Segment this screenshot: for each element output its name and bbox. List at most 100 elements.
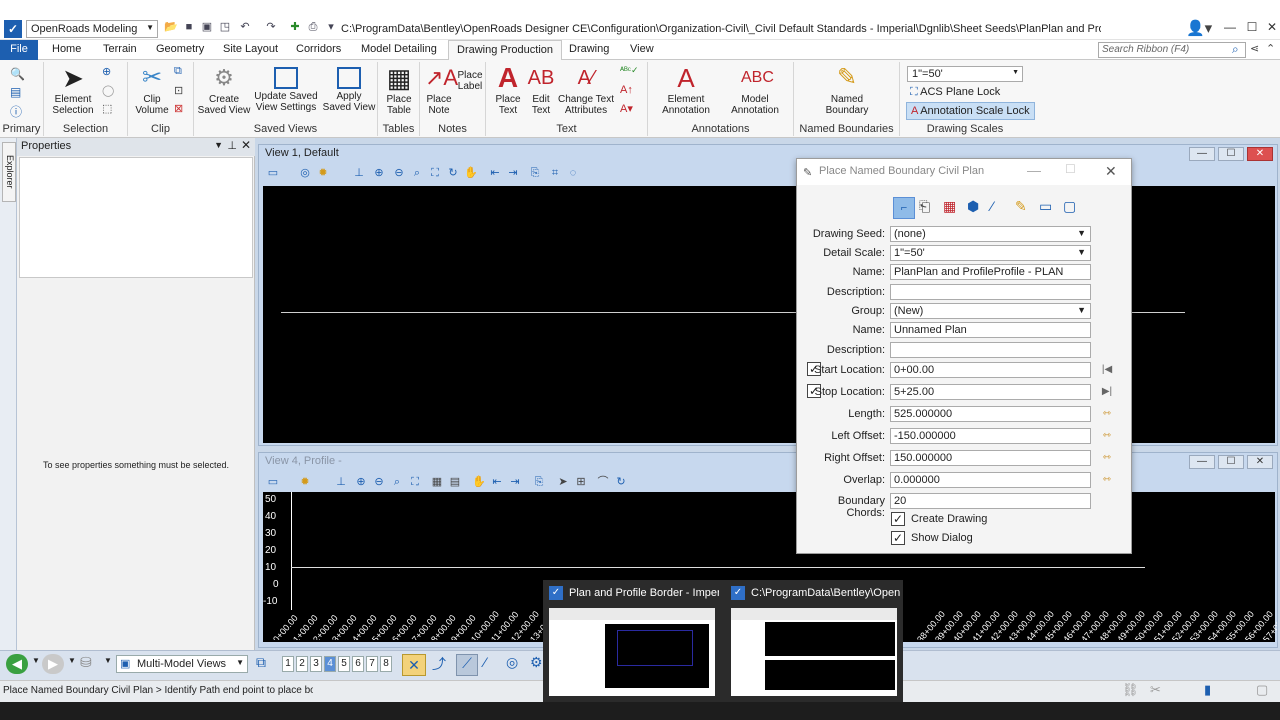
- fit-view-icon[interactable]: ⛶: [428, 166, 442, 180]
- ribbon-collapse-icon[interactable]: ⌃: [1266, 42, 1275, 55]
- previous-view-icon[interactable]: ⇤: [490, 475, 504, 489]
- close-icon[interactable]: ✕: [1247, 147, 1273, 161]
- length-lock-icon[interactable]: ⇿: [1099, 408, 1115, 420]
- pencil-icon[interactable]: ✎: [1015, 198, 1027, 215]
- view-attributes-icon[interactable]: ▭: [266, 166, 280, 180]
- view-5-button[interactable]: 5: [338, 656, 350, 672]
- tab-model-detailing[interactable]: Model Detailing: [353, 40, 445, 60]
- detail-scale-dropdown[interactable]: 1"=50' ▼: [890, 245, 1091, 261]
- chevron-down-icon[interactable]: ▼: [104, 656, 112, 665]
- tab-home[interactable]: Home: [44, 40, 89, 60]
- maximize-icon[interactable]: ☐: [1244, 20, 1260, 34]
- tab-terrain[interactable]: Terrain: [95, 40, 145, 60]
- tab-drawing[interactable]: Drawing: [561, 40, 617, 60]
- view-8-button[interactable]: 8: [380, 656, 392, 672]
- view-4-button[interactable]: 4: [324, 656, 336, 672]
- maximize-icon[interactable]: ☐: [1218, 147, 1244, 161]
- minimize-icon[interactable]: —: [1189, 455, 1215, 469]
- zoom-in-icon[interactable]: ⊕: [372, 166, 386, 180]
- show-dialog-checkbox[interactable]: ✓: [891, 531, 905, 545]
- view-1-button[interactable]: 1: [282, 656, 294, 672]
- line-icon[interactable]: ⁄: [484, 654, 486, 670]
- copy-view-icon[interactable]: ⎘: [532, 475, 546, 489]
- named-boundary-button[interactable]: ✎ Named Boundary: [812, 64, 882, 116]
- thumbnail-current-file[interactable]: ✓ C:\ProgramData\Bentley\Open...: [725, 580, 903, 702]
- right-offset-lock-icon[interactable]: ⇿: [1099, 452, 1115, 464]
- user-icon[interactable]: 👤▾: [1186, 19, 1212, 37]
- tab-corridors[interactable]: Corridors: [288, 40, 349, 60]
- left-offset-field[interactable]: -150.000000: [890, 428, 1091, 444]
- curve-icon[interactable]: ⤴: [432, 654, 446, 674]
- undo-icon[interactable]: ↶: [238, 20, 252, 34]
- save-settings-icon[interactable]: ▣: [200, 20, 214, 34]
- group-dropdown[interactable]: (New) ▼: [890, 303, 1091, 319]
- clip-mask-icon[interactable]: ⧉: [174, 65, 188, 79]
- lock-icon[interactable]: ⛓: [1122, 682, 1139, 698]
- model-icon[interactable]: ▮: [1204, 682, 1211, 698]
- chevron-down-icon[interactable]: ▼: [32, 656, 40, 665]
- description-field[interactable]: [890, 284, 1091, 300]
- minimize-icon[interactable]: —: [1222, 20, 1238, 34]
- view-7-button[interactable]: 7: [366, 656, 378, 672]
- pin-icon[interactable]: ✚: [288, 20, 302, 34]
- apply-saved-view-button[interactable]: Apply Saved View: [322, 64, 376, 113]
- select-circle-icon[interactable]: ◯: [102, 84, 116, 98]
- thumbnail-plan-profile-border[interactable]: ✓ Plan and Profile Border - Imperi...: [543, 580, 721, 702]
- grid-view-icon[interactable]: ⊞: [574, 475, 588, 489]
- place-note-button[interactable]: ↗A Place Note: [422, 64, 458, 116]
- clip-volume-button[interactable]: ✂ Clip Volume: [130, 64, 174, 116]
- forward-icon[interactable]: ▶: [42, 654, 64, 674]
- attach-icon[interactable]: ▤: [10, 85, 24, 99]
- element-info-icon[interactable]: ⓘ: [10, 103, 24, 119]
- shape-boundary-icon[interactable]: ⬢: [967, 198, 979, 215]
- cursor-icon[interactable]: ➤: [556, 475, 570, 489]
- group-description-field[interactable]: [890, 342, 1091, 358]
- stop-lock-icon[interactable]: ▶|: [1099, 386, 1115, 398]
- view-3-button[interactable]: 3: [310, 656, 322, 672]
- model-annotation-button[interactable]: ABC Model Annotation: [722, 64, 788, 116]
- overlap-lock-icon[interactable]: ⇿: [1099, 474, 1115, 486]
- rectangle-icon[interactable]: ▭: [1039, 198, 1052, 215]
- close-icon[interactable]: ✕: [1105, 163, 1117, 180]
- start-location-field[interactable]: 0+00.00: [890, 362, 1091, 378]
- place-text-button[interactable]: A Place Text: [488, 64, 528, 117]
- update-saved-view-button[interactable]: Update Saved View Settings: [252, 64, 320, 113]
- rotate-icon[interactable]: ↻: [446, 166, 460, 180]
- clip-view-icon[interactable]: ⌗: [548, 166, 562, 180]
- workspace-dropdown[interactable]: OpenRoads Modeling ▼: [26, 20, 158, 38]
- lighting-icon[interactable]: ✹: [298, 475, 312, 489]
- tab-geometry[interactable]: Geometry: [148, 40, 212, 60]
- models-icon[interactable]: ⛁: [80, 654, 92, 671]
- create-drawing-checkbox[interactable]: ✓: [891, 512, 905, 526]
- right-offset-field[interactable]: 150.000000: [890, 450, 1091, 466]
- create-saved-view-button[interactable]: ⚙ Create Saved View: [196, 64, 252, 116]
- name-field[interactable]: PlanPlan and ProfileProfile - PLAN: [890, 264, 1091, 280]
- back-icon[interactable]: ◀: [6, 654, 28, 674]
- refresh-icon[interactable]: ↻: [614, 475, 628, 489]
- path-icon[interactable]: ⟋: [456, 654, 478, 676]
- next-view-icon[interactable]: ⇥: [506, 166, 520, 180]
- snap-mode-icon[interactable]: ✕: [402, 654, 426, 676]
- minimize-icon[interactable]: —: [1027, 162, 1041, 178]
- compress-icon[interactable]: ◳: [218, 20, 232, 34]
- open-folder-icon[interactable]: 📂: [164, 20, 178, 34]
- app-logo-icon[interactable]: ✓: [4, 20, 22, 38]
- view-attributes-icon[interactable]: ▭: [266, 475, 280, 489]
- copy-view-icon[interactable]: ⎘: [528, 166, 542, 180]
- group-name-field[interactable]: Unnamed Plan: [890, 322, 1091, 338]
- length-field[interactable]: 525.000000: [890, 406, 1091, 422]
- redo-icon[interactable]: ↷: [264, 20, 278, 34]
- brush-icon[interactable]: ⊥: [334, 475, 348, 489]
- start-lock-icon[interactable]: |◀: [1099, 364, 1115, 376]
- notification-icon[interactable]: ▢: [1256, 682, 1268, 698]
- profile-icon[interactable]: ⌒: [596, 475, 610, 489]
- element-annotation-button[interactable]: A Element Annotation: [654, 64, 718, 116]
- rotate-view-icon[interactable]: ◎: [298, 166, 312, 180]
- share-icon[interactable]: ⋖: [1250, 42, 1259, 55]
- qa-dropdown-icon[interactable]: ▾: [324, 20, 338, 34]
- next-view-icon[interactable]: ⇥: [508, 475, 522, 489]
- view-display-icon[interactable]: ◌: [566, 166, 580, 180]
- pan-icon[interactable]: ✋: [472, 475, 486, 489]
- civil-plan-icon[interactable]: ⌐: [893, 197, 915, 219]
- pin-icon[interactable]: ⊥: [227, 139, 237, 152]
